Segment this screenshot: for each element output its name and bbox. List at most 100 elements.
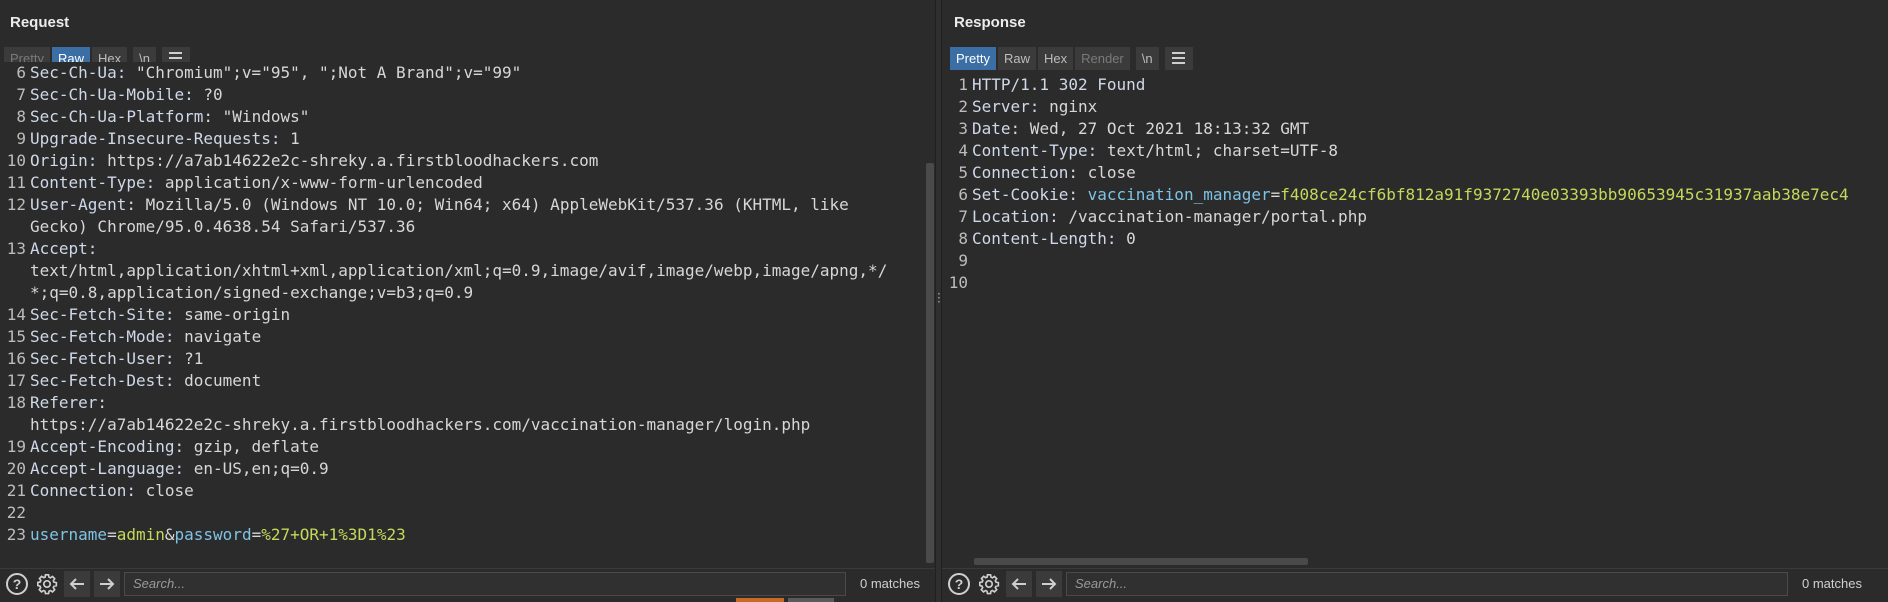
header-value: "Chromium";v="95", ";Not A Brand";v="99" — [126, 63, 522, 82]
header-name: Server: — [972, 97, 1040, 116]
line-content: Sec-Fetch-Dest: document — [30, 370, 261, 392]
line-number: 11 — [6, 173, 26, 192]
header-value: "Windows" — [213, 107, 310, 126]
line-number: 14 — [6, 305, 26, 324]
response-editor[interactable]: 1 HTTP/1.1 302 Found 2 Server: nginx 3 Date: … — [942, 74, 1888, 564]
header-name: Connection: — [30, 481, 136, 500]
code-line: 5 Connection: close — [942, 162, 1888, 184]
line-content: Sec-Ch-Ua-Platform: "Windows" — [30, 106, 309, 128]
response-tab-render[interactable]: Render — [1075, 46, 1130, 70]
param-equals: = — [107, 525, 117, 544]
code-line: 12 User-Agent: Mozilla/5.0 (Windows NT 10… — [0, 194, 935, 216]
code-line: 4 Content-Type: text/html; charset=UTF-8 — [942, 140, 1888, 162]
line-number: 8 — [958, 229, 968, 248]
response-hscroll[interactable] — [974, 557, 1888, 566]
header-value: /vaccination-manager/portal.php — [1058, 207, 1367, 226]
line-content: Gecko) Chrome/95.0.4638.54 Safari/537.36 — [30, 216, 415, 238]
code-line: 7 Sec-Ch-Ua-Mobile: ?0 — [0, 84, 935, 106]
header-name: HTTP/1.1 302 Found — [972, 75, 1146, 94]
code-line: 8 Content-Length: 0 — [942, 228, 1888, 250]
line-number: 19 — [6, 437, 26, 456]
header-name: Accept-Language: — [30, 459, 185, 478]
line-content: Content-Type: application/x-www-form-url… — [30, 172, 483, 194]
header-name: Sec-Fetch-Site: — [30, 305, 175, 324]
header-value: *;q=0.8,application/signed-exchange;v=b3… — [30, 283, 474, 302]
response-pane: Response Pretty Raw Hex Render \n 1 HTTP/1.1 … — [942, 0, 1888, 602]
header-name: Sec-Fetch-Mode: — [30, 327, 175, 346]
search-back-button[interactable] — [64, 570, 90, 597]
header-name: Sec-Fetch-User: — [30, 349, 175, 368]
menu-line — [169, 52, 183, 54]
code-line: 10 — [942, 272, 1888, 294]
response-search-input[interactable]: Search... — [1066, 571, 1788, 596]
hamburger-menu-icon[interactable] — [1164, 46, 1193, 70]
code-line: 15 Sec-Fetch-Mode: navigate — [0, 326, 935, 348]
code-line: 2 Server: nginx — [942, 96, 1888, 118]
settings-button[interactable] — [34, 571, 60, 597]
line-number: 5 — [958, 163, 968, 182]
line-content: Origin: https://a7ab14622e2c-shreky.a.fi… — [30, 150, 598, 172]
header-name: Connection: — [972, 163, 1078, 182]
line-number: 10 — [6, 151, 26, 170]
menu-line — [169, 57, 183, 59]
param-separator: & — [164, 525, 175, 544]
header-value: https://a7ab14622e2c-shreky.a.firstblood… — [97, 151, 599, 170]
request-vscroll-thumb[interactable] — [926, 163, 934, 563]
code-line: 13 Accept: — [0, 238, 935, 260]
header-name: Accept: — [30, 239, 98, 258]
header-name: Sec-Ch-Ua-Mobile: — [30, 85, 194, 104]
arrow-right-icon — [1042, 577, 1057, 590]
header-name: Sec-Ch-Ua-Platform: — [30, 107, 214, 126]
line-content: User-Agent: Mozilla/5.0 (Windows NT 10.0… — [30, 194, 849, 216]
line-content: Accept: — [30, 238, 97, 260]
settings-button[interactable] — [976, 571, 1002, 597]
code-line: 7 Location: /vaccination-manager/portal.p… — [942, 206, 1888, 228]
pane-splitter[interactable]: · · · — [935, 0, 942, 602]
line-number: 21 — [6, 481, 26, 500]
line-number: 2 — [958, 97, 968, 116]
help-icon: ? — [948, 572, 970, 595]
code-line: 23 username=admin&password=%27+OR+1%3D1%2… — [0, 524, 935, 546]
code-line: 1 HTTP/1.1 302 Found — [942, 74, 1888, 96]
code-line: 22 — [0, 502, 935, 524]
response-tab-raw[interactable]: Raw — [997, 46, 1036, 70]
header-value: Gecko) Chrome/95.0.4638.54 Safari/537.36 — [30, 217, 416, 236]
header-value: nginx — [1039, 97, 1098, 116]
line-number: 1 — [958, 75, 968, 94]
help-button[interactable]: ? — [946, 571, 972, 597]
response-tab-pretty[interactable]: Pretty — [950, 46, 996, 70]
status-accent — [736, 598, 784, 602]
response-tab-hex[interactable]: Hex — [1037, 46, 1074, 70]
line-number: 4 — [958, 141, 968, 160]
header-value: same-origin — [174, 305, 291, 324]
line-number: 17 — [6, 371, 26, 390]
request-search-input[interactable]: Search... — [124, 571, 846, 596]
search-back-button[interactable] — [1006, 570, 1032, 597]
search-forward-button[interactable] — [1036, 570, 1062, 597]
help-icon: ? — [6, 572, 28, 595]
response-matches-count: 0 matches — [1802, 576, 1862, 591]
code-line: 20 Accept-Language: en-US,en;q=0.9 — [0, 458, 935, 480]
header-name: Content-Type: — [30, 173, 156, 192]
request-editor[interactable]: 6 Sec-Ch-Ua: "Chromium";v="95", ";Not A B… — [0, 62, 935, 552]
line-number: 7 — [958, 207, 968, 226]
line-number: 6 — [958, 185, 968, 204]
line-content: Sec-Ch-Ua: "Chromium";v="95", ";Not A Br… — [30, 62, 521, 84]
header-value: ?1 — [174, 349, 204, 368]
response-title: Response — [954, 14, 1026, 31]
response-tab-n[interactable]: \n — [1135, 46, 1159, 70]
param-equals: = — [251, 525, 262, 544]
line-number: 13 — [6, 239, 26, 258]
line-content: Set-Cookie: vaccination_manager=f408ce24… — [972, 184, 1849, 206]
code-line: Gecko) Chrome/95.0.4638.54 Safari/537.36 — [0, 216, 935, 238]
header-name: Origin: — [30, 151, 98, 170]
request-vscroll[interactable] — [925, 75, 935, 565]
cookie-value: f408ce24cf6bf812a91f9372740e03393bb90653… — [1280, 185, 1849, 204]
search-forward-button[interactable] — [94, 570, 120, 597]
menu-line — [1172, 57, 1186, 59]
line-number: 7 — [16, 85, 26, 104]
line-content: Location: /vaccination-manager/portal.ph… — [972, 206, 1367, 228]
response-hscroll-thumb[interactable] — [974, 558, 1308, 565]
help-button[interactable]: ? — [4, 571, 30, 597]
